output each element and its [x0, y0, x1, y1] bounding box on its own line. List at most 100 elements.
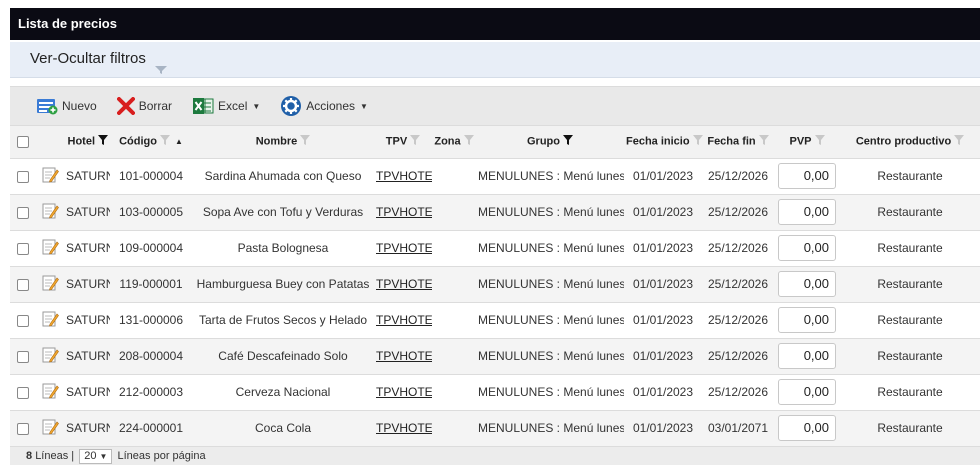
row-checkbox[interactable]	[17, 170, 29, 183]
funnel-icon[interactable]	[563, 135, 573, 148]
row-checkbox[interactable]	[17, 278, 29, 291]
table-row[interactable]: SATURNO 208-000004 Café Descafeinado Solo T…	[10, 338, 980, 374]
cell-grupo: MENULUNES : Menú lunes	[478, 241, 624, 255]
edit-pencil-icon[interactable]	[41, 203, 59, 223]
cell-centro: Restaurante	[877, 169, 943, 183]
funnel-icon[interactable]	[159, 135, 170, 148]
cell-grupo: MENULUNES : Menú lunes	[478, 385, 624, 399]
cell-codigo: 224-000001	[118, 421, 184, 435]
funnel-icon[interactable]	[758, 135, 769, 148]
cell-nombre: Cerveza Nacional	[235, 385, 331, 399]
edit-pencil-icon[interactable]	[41, 167, 59, 187]
excel-button[interactable]: Excel ▼	[192, 97, 260, 115]
tpv-link[interactable]: TPVHOTEL	[376, 421, 432, 435]
edit-pencil-icon[interactable]	[41, 383, 59, 403]
cell-zona	[432, 266, 476, 302]
funnel-icon[interactable]	[410, 135, 421, 148]
table-row[interactable]: SATURNO 103-000005 Sopa Ave con Tofu y Ver…	[10, 194, 980, 230]
page-size-select[interactable]: 20 ▼	[79, 448, 113, 464]
pvp-input[interactable]: 0,00	[778, 307, 836, 333]
row-select-cell	[10, 158, 36, 194]
cell-pvp: 0,00	[774, 374, 840, 410]
row-checkbox[interactable]	[17, 206, 29, 219]
row-checkbox[interactable]	[17, 350, 29, 363]
cell-pvp: 0,00	[774, 302, 840, 338]
price-table: Hotel Código ▲ Nombre TPV Zona Grupo Fech…	[10, 126, 980, 447]
table-row[interactable]: SATURNO 212-000003 Cerveza Nacional TPVHOTE…	[10, 374, 980, 410]
cell-nombre: Hamburguesa Buey con Patatas	[196, 277, 370, 291]
edit-pencil-icon[interactable]	[41, 275, 59, 295]
funnel-icon[interactable]	[814, 135, 825, 148]
table-row[interactable]: SATURNO 131-000006 Tarta de Frutos Secos y…	[10, 302, 980, 338]
toggle-filters[interactable]: Ver-Ocultar filtros	[10, 42, 980, 78]
funnel-icon[interactable]	[98, 135, 108, 148]
funnel-icon[interactable]	[463, 135, 474, 148]
pvp-input[interactable]: 0,00	[778, 235, 836, 261]
funnel-icon[interactable]	[692, 135, 703, 148]
cell-hotel: SATURNO	[66, 241, 110, 255]
toggle-filters-label: Ver-Ocultar filtros	[30, 50, 146, 67]
edit-pencil-icon[interactable]	[41, 347, 59, 367]
delete-button[interactable]: Borrar	[116, 97, 172, 115]
cell-hotel: SATURNO	[66, 205, 110, 219]
pvp-input[interactable]: 0,00	[778, 379, 836, 405]
col-nombre[interactable]: Nombre	[192, 126, 374, 158]
cell-grupo: MENULUNES : Menú lunes	[478, 205, 624, 219]
funnel-icon[interactable]	[300, 135, 311, 148]
tpv-link[interactable]: TPVHOTEL	[376, 241, 432, 255]
cell-pvp: 0,00	[774, 266, 840, 302]
row-edit-cell	[36, 266, 64, 302]
row-edit-cell	[36, 194, 64, 230]
col-codigo[interactable]: Código ▲	[110, 126, 192, 158]
tpv-link[interactable]: TPVHOTEL	[376, 169, 432, 183]
red-x-icon	[116, 97, 135, 115]
table-row[interactable]: SATURNO 109-000004 Pasta Bolognesa TPVHOTEL…	[10, 230, 980, 266]
funnel-icon[interactable]	[954, 135, 965, 148]
table-row[interactable]: SATURNO 119-000001 Hamburguesa Buey con Pa…	[10, 266, 980, 302]
cell-fecha-inicio: 01/01/2023	[632, 169, 694, 183]
col-pvp[interactable]: PVP	[774, 126, 840, 158]
tpv-link[interactable]: TPVHOTEL	[376, 277, 432, 291]
cell-hotel: SATURNO	[66, 421, 110, 435]
edit-pencil-icon[interactable]	[41, 239, 59, 259]
col-fecha-fin[interactable]: Fecha fin	[702, 126, 774, 158]
actions-button[interactable]: Acciones ▼	[280, 95, 368, 117]
table-row[interactable]: SATURNO 224-000001 Coca Cola TPVHOTEL MENULU…	[10, 410, 980, 446]
pvp-input[interactable]: 0,00	[778, 163, 836, 189]
pvp-input[interactable]: 0,00	[778, 343, 836, 369]
excel-button-label: Excel	[218, 99, 248, 113]
sort-asc-icon[interactable]: ▲	[175, 137, 183, 146]
actions-button-label: Acciones	[306, 99, 355, 113]
pvp-input[interactable]: 0,00	[778, 271, 836, 297]
edit-pencil-icon[interactable]	[41, 419, 59, 439]
edit-col-header	[36, 126, 64, 158]
col-hotel[interactable]: Hotel	[64, 126, 110, 158]
col-tpv[interactable]: TPV	[374, 126, 432, 158]
tpv-link[interactable]: TPVHOTEL	[376, 349, 432, 363]
cell-fecha-fin: 25/12/2026	[707, 277, 769, 291]
select-all-checkbox[interactable]	[17, 135, 29, 148]
cell-tpv: TPVHOTEL	[374, 302, 432, 338]
cell-grupo: MENULUNES : Menú lunes	[478, 421, 624, 435]
cell-hotel: SATURNO	[66, 169, 110, 183]
cell-tpv: TPVHOTEL	[374, 194, 432, 230]
new-button[interactable]: Nuevo	[36, 97, 97, 115]
edit-pencil-icon[interactable]	[41, 311, 59, 331]
tpv-link[interactable]: TPVHOTEL	[376, 313, 432, 327]
col-fecha-inicio[interactable]: Fecha inicio	[624, 126, 703, 158]
row-checkbox[interactable]	[17, 386, 29, 399]
table-row[interactable]: SATURNO 101-000004 Sardina Ahumada con Que…	[10, 158, 980, 194]
tpv-link[interactable]: TPVHOTEL	[376, 385, 432, 399]
line-count: 8	[26, 450, 33, 462]
pvp-input[interactable]: 0,00	[778, 415, 836, 441]
pvp-input[interactable]: 0,00	[778, 199, 836, 225]
row-checkbox[interactable]	[17, 422, 29, 435]
row-checkbox[interactable]	[17, 314, 29, 327]
tpv-link[interactable]: TPVHOTEL	[376, 205, 432, 219]
cell-centro: Restaurante	[877, 385, 943, 399]
cell-hotel: SATURNO	[66, 277, 110, 291]
row-checkbox[interactable]	[17, 242, 29, 255]
col-zona[interactable]: Zona	[432, 126, 476, 158]
col-grupo[interactable]: Grupo	[476, 126, 624, 158]
col-centro[interactable]: Centro productivo	[840, 126, 980, 158]
